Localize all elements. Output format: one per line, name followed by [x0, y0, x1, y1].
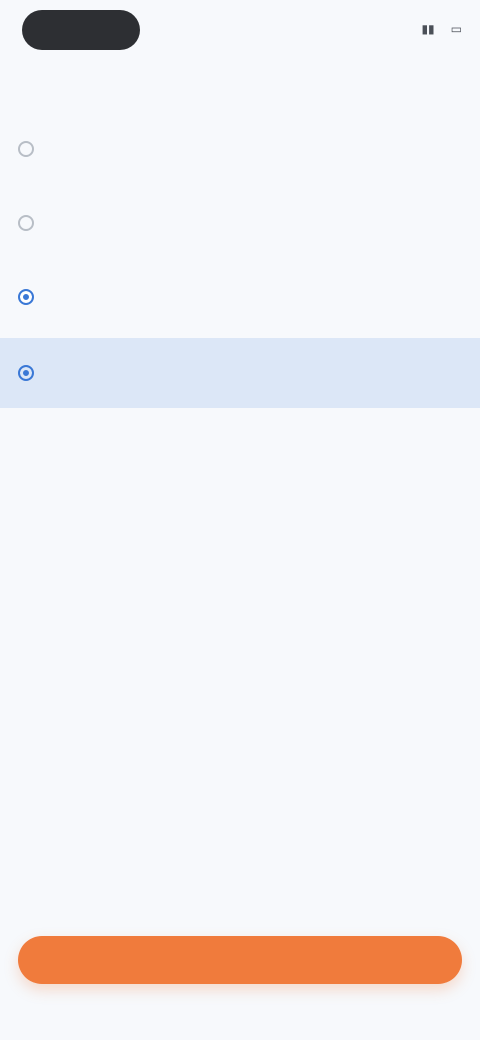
radio-icon [18, 141, 34, 157]
battery-icon: ▭ [450, 22, 462, 36]
status-right: ▮▮ ▭ [421, 22, 462, 36]
list-item[interactable] [0, 186, 480, 260]
tab-bar [0, 64, 480, 110]
primary-action-button[interactable] [18, 936, 462, 984]
radio-icon [18, 289, 34, 305]
signal-icon: ▮▮ [421, 22, 435, 36]
status-pill [22, 10, 140, 50]
radio-icon [18, 365, 34, 381]
list-item[interactable] [0, 260, 480, 334]
list-item[interactable] [0, 112, 480, 186]
status-bar: ▮▮ ▭ [0, 0, 480, 64]
radio-icon [18, 215, 34, 231]
options-list [0, 112, 480, 408]
list-item-selected[interactable] [0, 338, 480, 408]
